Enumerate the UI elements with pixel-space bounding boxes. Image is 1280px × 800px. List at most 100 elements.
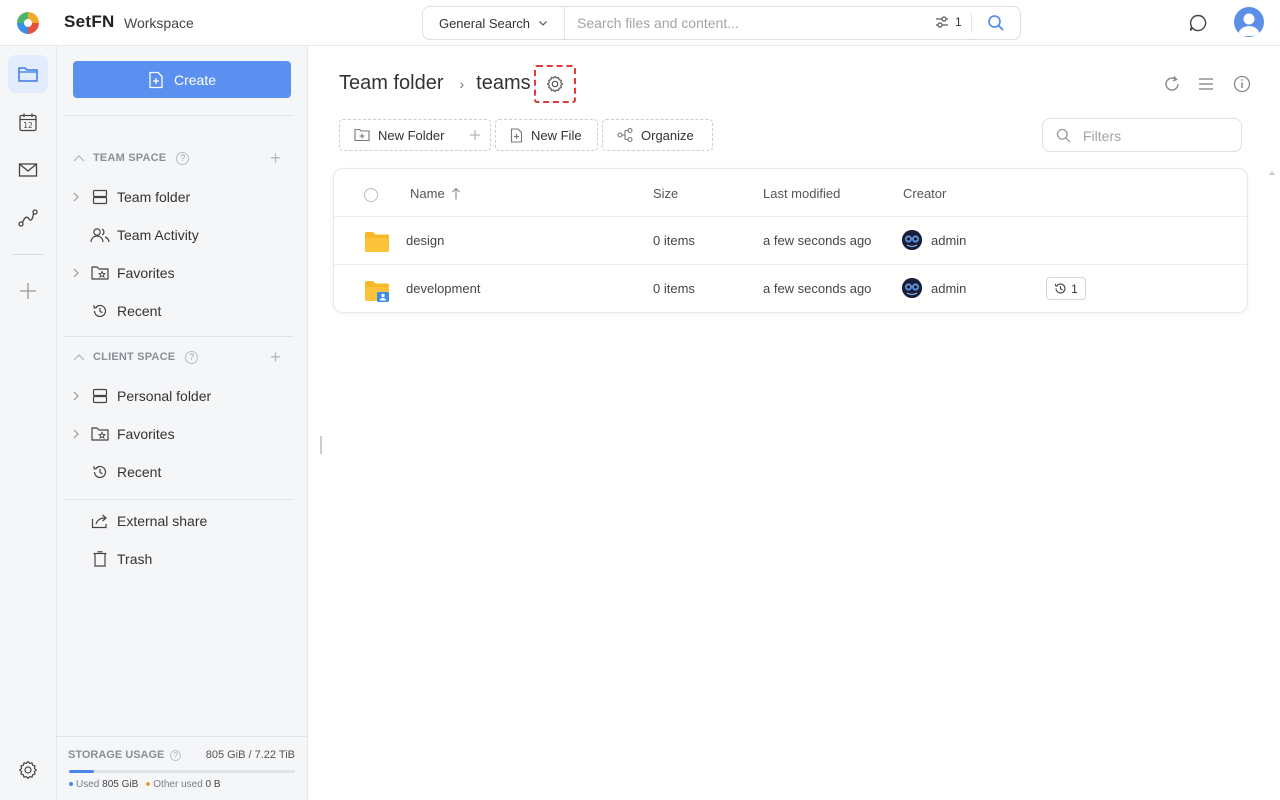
search-icon[interactable] <box>987 14 1005 32</box>
file-table: Name Size Last modified Creator design 0… <box>333 168 1248 313</box>
storage-other-value: 0 B <box>205 779 221 790</box>
storage-bar-fill <box>69 770 94 773</box>
breadcrumb-parent[interactable]: Team folder <box>339 72 444 95</box>
sidebar-item-label: Recent <box>117 303 162 319</box>
breadcrumb-separator: › <box>459 75 465 92</box>
new-folder-icon <box>354 128 370 142</box>
sidebar-item-label: Favorites <box>117 426 175 442</box>
organize-button[interactable]: Organize <box>602 119 713 151</box>
trash-icon <box>93 551 107 567</box>
user-icon <box>1238 13 1260 36</box>
refresh-icon[interactable] <box>1162 74 1182 94</box>
history-icon <box>93 304 107 318</box>
sidebar-divider <box>65 115 293 116</box>
table-row[interactable]: design 0 items a few seconds ago admin <box>334 217 1247 265</box>
app-logo-icon[interactable] <box>17 12 39 34</box>
calendar-app-button[interactable]: 12 <box>8 103 48 141</box>
new-folder-more-button[interactable] <box>459 119 491 151</box>
sidebar-item-recent[interactable]: Recent <box>69 296 295 326</box>
storage-usage: STORAGE USAGE ? 805 GiB / 7.22 TiB Used … <box>57 736 308 800</box>
sidebar-item-favorites[interactable]: Favorites <box>69 258 295 288</box>
filters-input[interactable] <box>1083 127 1233 145</box>
new-file-button[interactable]: New File <box>495 119 598 151</box>
file-name[interactable]: development <box>406 281 480 296</box>
organize-label: Organize <box>641 127 694 143</box>
sort-ascending-icon <box>451 187 460 200</box>
select-all-checkbox[interactable] <box>364 188 378 202</box>
workspace-label: Workspace <box>124 15 194 31</box>
storage-title-label: STORAGE USAGE <box>68 749 165 761</box>
chevron-up-icon <box>73 155 85 162</box>
svg-text:12: 12 <box>23 121 33 130</box>
sidebar-divider <box>65 336 293 337</box>
mail-app-button[interactable] <box>8 151 48 189</box>
column-label: Name <box>410 186 445 201</box>
add-team-space-icon[interactable]: + <box>270 148 281 168</box>
help-icon[interactable]: ? <box>176 151 190 165</box>
create-button[interactable]: Create <box>73 61 291 98</box>
plus-icon <box>20 283 36 299</box>
scroll-up-arrow-icon[interactable] <box>1269 171 1275 175</box>
info-icon[interactable] <box>1232 74 1252 94</box>
list-view-icon[interactable] <box>1196 74 1216 94</box>
main-content: Team folder › teams New Folder New File … <box>308 46 1280 800</box>
new-folder-button[interactable]: New Folder <box>339 119 460 151</box>
storage-value: 805 GiB / 7.22 TiB <box>205 749 295 761</box>
breadcrumb-current: teams <box>476 72 531 94</box>
modified-column-header[interactable]: Last modified <box>763 186 840 201</box>
creator-name: admin <box>931 233 967 248</box>
shared-folder-icon <box>365 281 389 302</box>
settings-button[interactable] <box>8 751 48 789</box>
create-button-label: Create <box>173 71 217 88</box>
size-column-header[interactable]: Size <box>653 186 678 201</box>
chevron-right-icon[interactable] <box>73 391 79 401</box>
new-file-label: New File <box>531 127 582 143</box>
search-scope-label: General Search <box>438 15 531 31</box>
sidebar-item-external-share[interactable]: External share <box>69 506 295 536</box>
add-client-space-icon[interactable]: + <box>270 347 281 367</box>
workflow-app-button[interactable] <box>8 199 48 237</box>
sidebar-item-label: Recent <box>117 464 162 480</box>
users-icon <box>90 228 110 243</box>
client-space-header[interactable]: CLIENT SPACE ? + <box>71 347 291 367</box>
file-name[interactable]: design <box>406 233 444 248</box>
team-space-header[interactable]: TEAM SPACE ? + <box>71 148 291 168</box>
storage-other-legend: Other used 0 B <box>146 779 221 790</box>
version-badge[interactable]: 1 <box>1046 277 1086 300</box>
folder-icon <box>365 232 389 252</box>
calendar-icon: 12 <box>19 113 37 132</box>
search-input[interactable] <box>577 13 917 33</box>
help-icon[interactable]: ? <box>185 350 199 364</box>
sidebar-item-label: Personal folder <box>117 388 212 404</box>
sidebar-item-personal-folder[interactable]: Personal folder <box>69 381 295 411</box>
search-filter-button[interactable]: 1 <box>935 15 962 29</box>
files-app-button[interactable] <box>8 55 48 93</box>
help-icon[interactable]: ? <box>170 749 182 761</box>
table-row[interactable]: development 0 items a few seconds ago ad… <box>334 265 1247 313</box>
search-scope-dropdown[interactable]: General Search <box>423 7 565 39</box>
resize-handle[interactable] <box>320 436 322 454</box>
chevron-right-icon[interactable] <box>73 268 79 278</box>
chevron-right-icon[interactable] <box>73 192 79 202</box>
sidebar-item-label: External share <box>117 513 208 529</box>
avatar-image-icon <box>902 278 922 298</box>
name-column-header[interactable]: Name <box>410 186 461 201</box>
team-space-title: TEAM SPACE <box>93 152 167 164</box>
storage-legend: Used 805 GiB Other used 0 B <box>69 779 221 790</box>
chat-icon[interactable] <box>1188 13 1208 33</box>
sidebar-item-client-favorites[interactable]: Favorites <box>69 419 295 449</box>
add-app-button[interactable] <box>8 272 48 310</box>
folder-settings-button[interactable] <box>534 65 576 103</box>
sidebar-item-label: Team folder <box>117 189 191 205</box>
creator-column-header[interactable]: Creator <box>903 186 946 201</box>
sidebar-item-client-recent[interactable]: Recent <box>69 457 295 487</box>
sidebar-item-trash[interactable]: Trash <box>69 544 295 574</box>
user-avatar[interactable] <box>1234 7 1264 37</box>
file-modified: a few seconds ago <box>763 281 872 296</box>
brand-name: SetFN <box>64 12 115 31</box>
chevron-right-icon[interactable] <box>73 429 79 439</box>
star-folder-icon <box>91 427 109 441</box>
sidebar-item-team-folder[interactable]: Team folder <box>69 182 295 212</box>
client-space-title: CLIENT SPACE <box>93 351 176 363</box>
sidebar-item-team-activity[interactable]: Team Activity <box>69 220 295 250</box>
